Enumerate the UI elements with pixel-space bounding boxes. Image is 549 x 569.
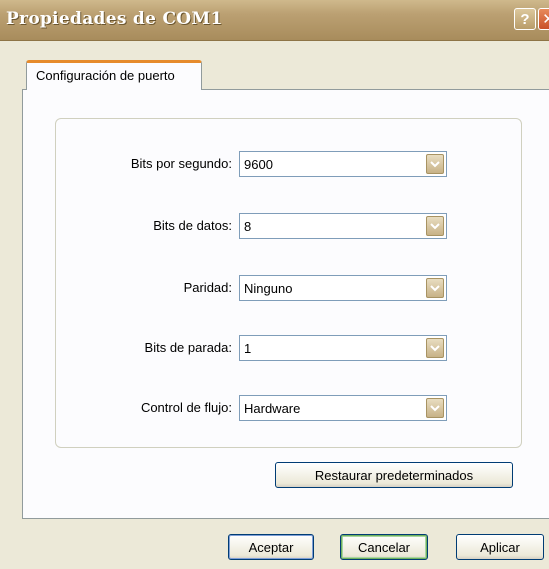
flow-control-label: Control de flujo: [140, 400, 232, 415]
select-value: 9600 [244, 157, 273, 172]
stop-bits-label: Bits de parada: [144, 340, 232, 355]
cancel-button[interactable]: Cancelar [340, 534, 428, 560]
apply-button[interactable]: Aplicar [456, 534, 544, 560]
select-value: Ninguno [244, 281, 293, 296]
row-parity: Paridad: Ninguno [56, 275, 523, 301]
settings-group: Bits por segundo: 9600 Bits de datos: 8 [55, 118, 522, 448]
parity-label: Paridad: [183, 280, 232, 295]
chevron-down-icon[interactable] [426, 398, 444, 418]
help-button[interactable]: ? [514, 8, 536, 30]
chevron-down-icon[interactable] [426, 338, 444, 358]
ok-button[interactable]: Aceptar [228, 534, 314, 560]
help-icon: ? [520, 10, 530, 28]
properties-dialog: Propiedades de COM1 ? ✕ Configuración de… [0, 0, 549, 569]
chevron-down-icon[interactable] [426, 216, 444, 236]
close-button[interactable]: ✕ [538, 8, 549, 30]
chevron-down-icon[interactable] [426, 154, 444, 174]
row-bits-per-second: Bits por segundo: 9600 [56, 151, 523, 177]
tab-panel: Bits por segundo: 9600 Bits de datos: 8 [22, 89, 549, 519]
parity-select[interactable]: Ninguno [239, 275, 447, 301]
chevron-down-icon[interactable] [426, 278, 444, 298]
row-stop-bits: Bits de parada: 1 [56, 335, 523, 361]
title-bar[interactable]: Propiedades de COM1 ? ✕ [0, 0, 549, 41]
bits-per-second-select[interactable]: 9600 [239, 151, 447, 177]
data-bits-select[interactable]: 8 [239, 213, 447, 239]
row-flow-control: Control de flujo: Hardware [56, 395, 523, 421]
tab-label: Configuración de puerto [36, 68, 175, 83]
window-title: Propiedades de COM1 [6, 9, 223, 29]
row-data-bits: Bits de datos: 8 [56, 213, 523, 239]
select-value: 8 [244, 219, 252, 234]
restore-defaults-button[interactable]: Restaurar predeterminados [275, 462, 513, 488]
tab-port-settings[interactable]: Configuración de puerto [26, 60, 202, 90]
data-bits-label: Bits de datos: [153, 218, 232, 233]
bits-per-second-label: Bits por segundo: [130, 156, 232, 171]
select-value: 1 [244, 341, 252, 356]
close-icon: ✕ [542, 10, 549, 28]
stop-bits-select[interactable]: 1 [239, 335, 447, 361]
flow-control-select[interactable]: Hardware [239, 395, 447, 421]
select-value: Hardware [244, 401, 301, 416]
